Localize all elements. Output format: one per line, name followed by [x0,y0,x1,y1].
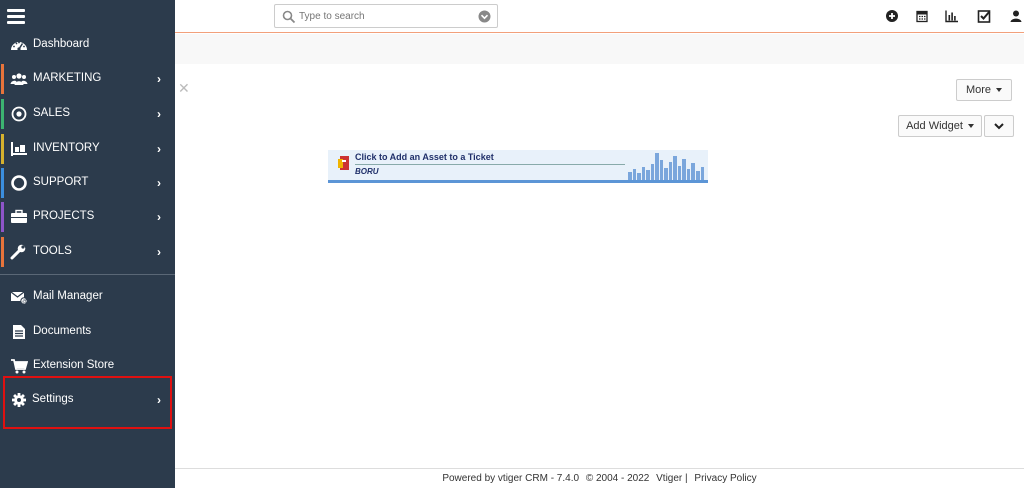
support-stripe [1,168,4,198]
sidebar-item-support[interactable]: SUPPORT › [0,168,175,198]
city-skyline-icon [628,153,704,180]
add-widget-button[interactable]: Add Widget [898,115,982,137]
caret-down-icon [996,88,1003,92]
add-widget-label: Add Widget [906,120,963,132]
footer: Powered by vtiger CRM - 7.4.0 © 2004 - 2… [175,468,1024,488]
sidebar-item-mail-manager[interactable]: @ Mail Manager [0,282,175,312]
checkbox-icon[interactable] [976,8,992,24]
sidebar-item-label: Documents [33,325,92,337]
svg-text:@: @ [22,299,27,305]
briefcase-icon [11,209,27,223]
asset-icon [338,156,349,170]
marketing-stripe [1,64,4,94]
search-icon [282,10,296,24]
company-link[interactable]: Vtiger | [656,473,688,484]
settings-highlight-box [3,376,172,429]
sidebar-item-label: TOOLS [33,245,72,257]
caret-down-icon [967,124,974,128]
header-actions [884,8,1024,24]
sidebar-item-label: MARKETING [33,72,102,84]
search-box[interactable] [274,4,498,28]
more-button-label: More [965,84,992,96]
chevron-down-circle-icon[interactable] [478,10,491,23]
sales-stripe [1,99,4,129]
sidebar: Dashboard MARKETING › SALES › INVENTORY … [0,0,175,488]
privacy-policy-link[interactable]: Privacy Policy [694,473,756,484]
asset-ticket-banner[interactable]: Click to Add an Asset to a Ticket BORU [328,150,708,183]
sidebar-item-label: SUPPORT [33,176,89,188]
chevron-right-icon: › [157,107,161,121]
sidebar-item-label: PROJECTS [33,210,95,222]
copyright-text: © 2004 - 2022 [585,473,650,484]
inventory-stripe [1,134,4,164]
chevron-down-icon [994,123,1004,130]
search-input[interactable] [299,8,469,25]
sidebar-item-label: SALES [33,107,71,119]
chevron-right-icon: › [157,245,161,259]
bar-chart-icon[interactable] [944,8,960,24]
sub-header-band [175,34,1024,64]
chevron-right-icon: › [157,72,161,86]
projects-stripe [1,202,4,232]
sidebar-item-label: Extension Store [33,359,115,371]
collapse-toggle-button[interactable] [984,115,1014,137]
banner-text: Click to Add an Asset to a Ticket [355,152,494,162]
mail-icon: @ [10,291,28,305]
boru-logo: BORU [355,167,379,176]
dashboard-icon [11,41,27,51]
target-icon [11,106,27,122]
sidebar-item-projects[interactable]: PROJECTS › [0,202,175,232]
users-icon [10,73,28,85]
chevron-right-icon: › [157,142,161,156]
close-icon[interactable]: ✕ [178,80,190,97]
sidebar-item-label: Dashboard [33,38,90,50]
lifebuoy-icon [11,175,27,191]
more-button[interactable]: More [956,79,1012,101]
chevron-right-icon: › [157,176,161,190]
sidebar-item-documents[interactable]: Documents [0,317,175,347]
menu-icon[interactable] [7,9,25,24]
sidebar-item-dashboard[interactable]: Dashboard [0,30,175,60]
inventory-icon [11,142,27,156]
sidebar-item-label: Mail Manager [33,290,103,302]
sidebar-item-tools[interactable]: TOOLS › [0,237,175,267]
sidebar-item-label: INVENTORY [33,142,100,154]
cart-icon [11,359,28,374]
sidebar-item-inventory[interactable]: INVENTORY › [0,134,175,164]
wrench-icon [10,244,26,260]
sidebar-item-sales[interactable]: SALES › [0,99,175,129]
tools-stripe [1,237,4,267]
document-icon [13,325,25,339]
powered-by-text: Powered by vtiger CRM - 7.4.0 [442,473,580,484]
chevron-right-icon: › [157,210,161,224]
user-icon[interactable] [1008,8,1024,24]
sidebar-item-marketing[interactable]: MARKETING › [0,64,175,94]
sidebar-divider [0,274,175,275]
calendar-icon[interactable] [914,8,930,24]
plus-circle-icon[interactable] [884,8,900,24]
banner-divider [355,164,625,165]
